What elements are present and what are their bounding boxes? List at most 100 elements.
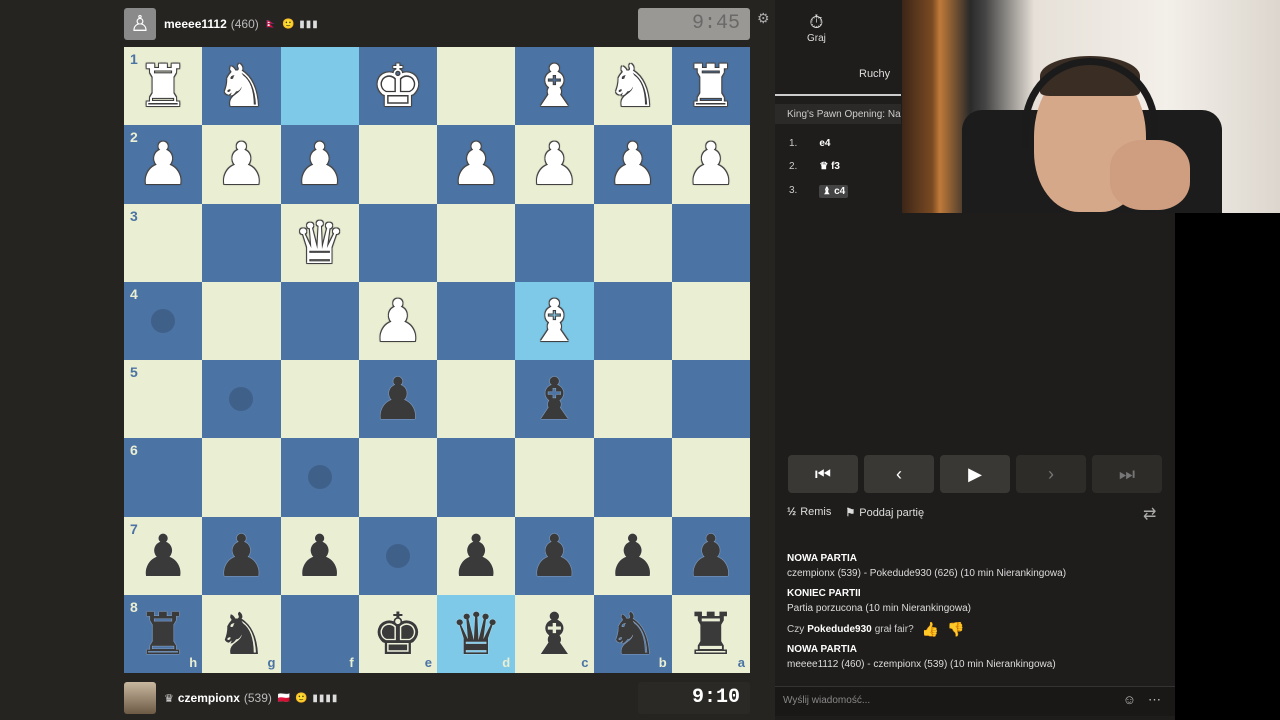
white-pawn-icon[interactable]: ♟ <box>137 135 189 193</box>
black-queen-icon[interactable]: ♛ <box>450 605 502 663</box>
black-bishop-icon[interactable]: ♝ <box>528 605 580 663</box>
black-pawn-icon[interactable]: ♟ <box>607 527 659 585</box>
square-e7[interactable] <box>358 516 437 595</box>
square-g1[interactable]: ♞ <box>202 47 281 126</box>
black-rook-icon[interactable]: ♜ <box>685 605 737 663</box>
square-a6[interactable] <box>671 438 750 517</box>
square-g7[interactable]: ♟ <box>202 516 281 595</box>
more-options-icon[interactable]: ⋯ <box>1148 692 1161 708</box>
square-e3[interactable] <box>358 203 437 282</box>
white-queen-icon[interactable]: ♛ <box>294 214 346 272</box>
square-e2[interactable] <box>358 125 437 204</box>
white-pawn-icon[interactable]: ♟ <box>372 292 424 350</box>
first-move-button[interactable]: ⏮ <box>788 455 858 493</box>
legal-move-dot[interactable] <box>229 387 254 412</box>
white-pawn-icon[interactable]: ♟ <box>607 135 659 193</box>
black-pawn-icon[interactable]: ♟ <box>137 527 189 585</box>
square-c6[interactable] <box>515 438 594 517</box>
square-d7[interactable]: ♟ <box>437 516 516 595</box>
resign-button[interactable]: ⚑ Poddaj partię <box>845 506 924 519</box>
previous-move-button[interactable]: ‹ <box>864 455 934 493</box>
square-a7[interactable]: ♟ <box>671 516 750 595</box>
square-c2[interactable]: ♟ <box>515 125 594 204</box>
square-b3[interactable] <box>593 203 672 282</box>
square-d3[interactable] <box>437 203 516 282</box>
square-h7[interactable]: 7 ♟ <box>124 516 203 595</box>
square-h5[interactable]: 5 <box>124 360 203 439</box>
square-h2[interactable]: 2 ♟ <box>124 125 203 204</box>
square-a4[interactable] <box>671 281 750 360</box>
flip-board-icon[interactable]: ⇄ <box>1143 504 1156 524</box>
square-c1[interactable]: ♝ <box>515 47 594 126</box>
square-f3[interactable]: ♛ <box>280 203 359 282</box>
chess-board[interactable]: 1 ♜ ♞ ♚ ♝ ♞ ♜ 2 ♟ ♟ ♟ ♟ ♟ ♟ ♟ 3 ♛ 4 ♟ ♝ 5 ♟ ♝ 6 7 ♟ ♟ ♟ ♟ ♟ ♟ ♟ 8 h ♜ g ♞ f e ♚… <box>124 47 750 673</box>
message-input[interactable]: Wyślij wiadomość... <box>775 686 1175 716</box>
white-rook-icon[interactable]: ♜ <box>137 57 189 115</box>
white-pawn-icon[interactable]: ♟ <box>215 135 267 193</box>
square-a2[interactable]: ♟ <box>671 125 750 204</box>
square-a1[interactable]: ♜ <box>671 47 750 126</box>
black-pawn-icon[interactable]: ♟ <box>685 527 737 585</box>
black-pawn-icon[interactable]: ♟ <box>294 527 346 585</box>
square-h3[interactable]: 3 <box>124 203 203 282</box>
square-d8[interactable]: d ♛ <box>437 594 516 673</box>
square-c5[interactable]: ♝ <box>515 360 594 439</box>
square-c3[interactable] <box>515 203 594 282</box>
square-b1[interactable]: ♞ <box>593 47 672 126</box>
last-move-button[interactable]: ⏭ <box>1092 455 1162 493</box>
square-d4[interactable] <box>437 281 516 360</box>
square-a5[interactable] <box>671 360 750 439</box>
opening-name[interactable]: King's Pawn Opening: Na <box>775 104 901 124</box>
square-b5[interactable] <box>593 360 672 439</box>
square-g8[interactable]: g ♞ <box>202 594 281 673</box>
white-rook-icon[interactable]: ♜ <box>685 57 737 115</box>
legal-move-dot[interactable] <box>385 543 410 568</box>
square-h6[interactable]: 6 <box>124 438 203 517</box>
move-white[interactable]: ♛ f3 <box>819 161 840 172</box>
square-b4[interactable] <box>593 281 672 360</box>
bottom-player-avatar[interactable] <box>124 682 156 714</box>
square-e1[interactable]: ♚ <box>358 47 437 126</box>
black-pawn-icon[interactable]: ♟ <box>528 527 580 585</box>
emoji-icon[interactable]: ☺ <box>1123 692 1136 708</box>
white-pawn-icon[interactable]: ♟ <box>685 135 737 193</box>
white-pawn-icon[interactable]: ♟ <box>450 135 502 193</box>
square-d1[interactable] <box>437 47 516 126</box>
next-move-button[interactable]: › <box>1016 455 1086 493</box>
white-king-icon[interactable]: ♚ <box>372 57 424 115</box>
black-bishop-icon[interactable]: ♝ <box>528 370 580 428</box>
white-pawn-icon[interactable]: ♟ <box>528 135 580 193</box>
square-g2[interactable]: ♟ <box>202 125 281 204</box>
black-pawn-icon[interactable]: ♟ <box>450 527 502 585</box>
square-h4[interactable]: 4 <box>124 281 203 360</box>
black-king-icon[interactable]: ♚ <box>372 605 424 663</box>
legal-move-dot[interactable] <box>307 465 332 490</box>
square-d5[interactable] <box>437 360 516 439</box>
square-g4[interactable] <box>202 281 281 360</box>
square-c4[interactable]: ♝ <box>515 281 594 360</box>
square-g3[interactable] <box>202 203 281 282</box>
square-f1[interactable] <box>280 47 359 126</box>
square-b8[interactable]: b ♞ <box>593 594 672 673</box>
square-e5[interactable]: ♟ <box>358 360 437 439</box>
thumbs-down-icon[interactable]: 👎 <box>947 622 964 637</box>
square-b7[interactable]: ♟ <box>593 516 672 595</box>
thumbs-up-icon[interactable]: 👍 <box>922 622 939 637</box>
move-white[interactable]: ♝ c4 <box>819 185 849 198</box>
legal-move-dot[interactable] <box>151 308 176 333</box>
bottom-player-name[interactable]: czempionx <box>178 691 240 705</box>
white-bishop-icon[interactable]: ♝ <box>528 292 580 350</box>
black-rook-icon[interactable]: ♜ <box>137 605 189 663</box>
square-f7[interactable]: ♟ <box>280 516 359 595</box>
square-a3[interactable] <box>671 203 750 282</box>
square-d6[interactable] <box>437 438 516 517</box>
square-g6[interactable] <box>202 438 281 517</box>
black-knight-icon[interactable]: ♞ <box>215 605 267 663</box>
play-button[interactable]: ▶ <box>940 455 1010 493</box>
tab-moves[interactable]: Ruchy <box>859 68 890 80</box>
square-g5[interactable] <box>202 360 281 439</box>
square-a8[interactable]: a ♜ <box>671 594 750 673</box>
square-b6[interactable] <box>593 438 672 517</box>
square-f2[interactable]: ♟ <box>280 125 359 204</box>
square-e6[interactable] <box>358 438 437 517</box>
